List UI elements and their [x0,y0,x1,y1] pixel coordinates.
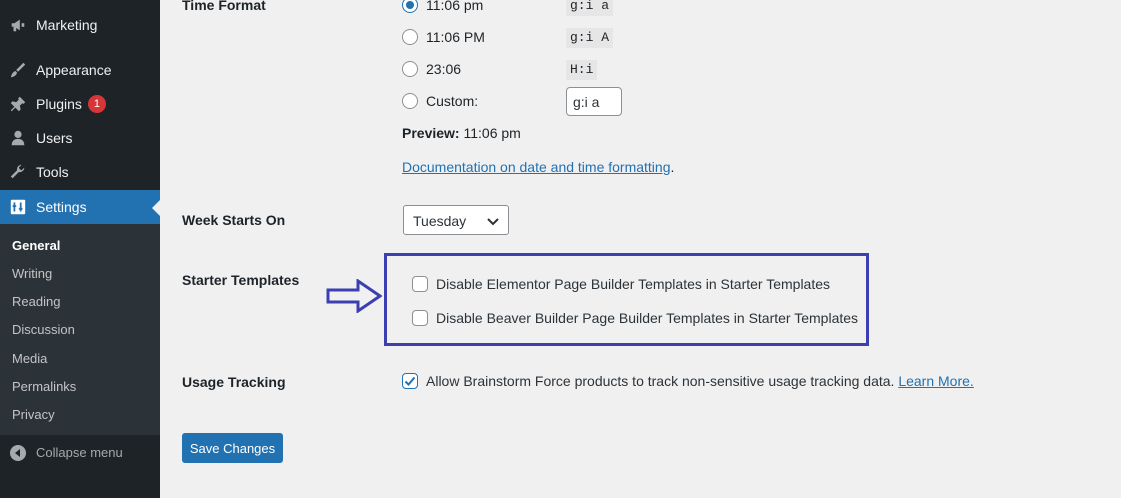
time-format-option-label: Custom: [426,93,479,109]
menu-label-marketing: Marketing [36,17,98,33]
chevron-down-icon [487,218,499,226]
disable-elementor-templates-checkbox[interactable] [412,276,428,292]
submenu-permalinks[interactable]: Permalinks [12,378,76,396]
time-format-option-label: 23:06 [426,61,462,77]
time-preview: Preview: 11:06 pm [402,124,521,142]
disable-beaver-builder-templates-label: Disable Beaver Builder Page Builder Temp… [436,310,859,326]
paintbrush-icon [10,62,26,78]
time-format-code: H:i [566,60,598,80]
usage-tracking-checkbox[interactable] [402,373,418,389]
menu-label-plugins: Plugins [36,96,82,112]
submenu-writing[interactable]: Writing [12,265,52,283]
submenu-general[interactable]: General [12,237,60,255]
documentation-link[interactable]: Documentation on date and time formattin… [402,159,671,175]
users-icon [11,130,25,146]
checkmark-icon [404,376,416,386]
time-format-option-label: 11:06 PM [426,29,485,45]
submenu-media[interactable]: Media [12,350,47,368]
submenu-reading[interactable]: Reading [12,293,60,311]
collapse-arrow-icon [10,445,26,461]
menu-item-appearance[interactable]: Appearance [0,53,160,87]
plugin-icon [10,96,26,112]
custom-time-format-input[interactable] [566,87,622,116]
usage-tracking-text: Allow Brainstorm Force products to track… [426,373,895,389]
menu-item-settings[interactable]: Settings [0,190,160,224]
admin-sidebar: Marketing Appearance Plugins 1 Users Tool… [0,0,160,498]
disable-elementor-templates-label: Disable Elementor Page Builder Templates… [436,276,831,292]
time-format-label: Time Format [182,0,266,13]
usage-tracking-text-line: Allow Brainstorm Force products to track… [426,372,974,390]
documentation-line: Documentation on date and time formattin… [402,158,674,176]
submenu-privacy[interactable]: Privacy [12,406,55,424]
megaphone-icon [11,19,25,32]
menu-label-appearance: Appearance [36,62,112,78]
preview-value: 11:06 pm [463,125,521,141]
time-format-option-label: 11:06 pm [426,0,484,13]
week-starts-label: Week Starts On [182,212,286,228]
menu-label-tools: Tools [36,164,69,180]
time-format-code: g:i a [566,0,614,16]
save-changes-button[interactable]: Save Changes [182,433,283,463]
menu-item-plugins[interactable]: Plugins 1 [0,87,160,121]
time-format-radio-pm-lower[interactable] [402,0,418,13]
submenu-discussion[interactable]: Discussion [12,321,75,339]
menu-item-users[interactable]: Users [0,121,160,155]
week-starts-select[interactable]: Tuesday [403,205,509,235]
documentation-suffix: . [670,159,675,175]
wrench-icon [10,164,25,179]
disable-beaver-builder-templates-checkbox[interactable] [412,310,428,326]
right-arrow-annotation-icon [326,279,382,313]
time-format-code: g:i A [566,28,614,48]
active-menu-arrow [152,200,160,216]
settings-submenu: General Writing Reading Discussion Media… [0,224,160,435]
menu-label-users: Users [36,130,73,146]
collapse-menu-button[interactable]: Collapse menu [0,440,160,466]
usage-tracking-label: Usage Tracking [182,374,286,390]
time-format-radio-24h[interactable] [402,61,418,77]
time-format-radio-custom[interactable] [402,93,418,109]
plugins-update-badge: 1 [87,95,106,113]
learn-more-link[interactable]: Learn More. [898,373,973,389]
menu-label-settings: Settings [36,199,87,215]
menu-item-marketing[interactable]: Marketing [0,8,160,42]
time-format-radio-pm-upper[interactable] [402,29,418,45]
starter-templates-label: Starter Templates [182,272,300,288]
week-starts-selected-value: Tuesday [413,213,467,229]
preview-label: Preview: [402,125,460,141]
starter-templates-highlight-box [384,253,869,346]
collapse-menu-label: Collapse menu [36,445,123,460]
menu-item-tools[interactable]: Tools [0,155,160,189]
settings-icon [10,199,26,215]
